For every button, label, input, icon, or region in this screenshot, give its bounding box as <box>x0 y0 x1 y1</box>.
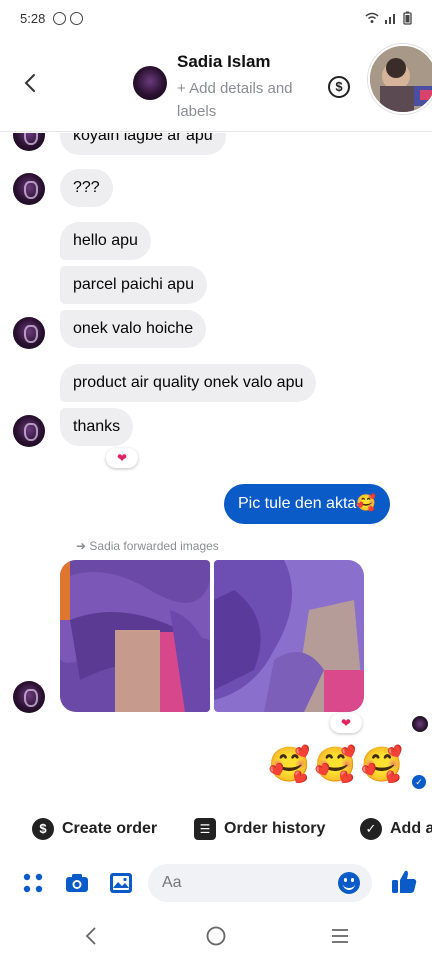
check-circle-icon: ✓ <box>360 818 382 840</box>
status-time: 5:28 <box>20 10 46 26</box>
sender-avatar <box>13 173 45 205</box>
add-label-text: Add a <box>390 820 432 837</box>
create-order-button[interactable]: $ Create order <box>32 812 157 846</box>
contact-avatar[interactable] <box>133 66 167 100</box>
thumbs-up-icon[interactable] <box>390 868 418 896</box>
outgoing-message-bubble[interactable]: Pic tule den akta🥰 <box>224 484 391 524</box>
contact-name[interactable]: Sadia Islam <box>177 52 271 72</box>
camera-icon[interactable] <box>64 870 90 896</box>
message-bubble[interactable]: hello apu <box>60 222 151 260</box>
sender-avatar <box>13 681 45 713</box>
status-app-icon <box>53 11 67 25</box>
emoji-icon[interactable] <box>338 872 360 894</box>
message-bubble[interactable]: parcel paichi apu <box>60 266 207 304</box>
add-label-button[interactable]: ✓ Add a <box>360 812 432 846</box>
status-app-icon-2 <box>70 11 84 25</box>
gallery-icon[interactable] <box>108 870 134 896</box>
forward-note-text: Sadia forwarded images <box>89 539 219 553</box>
emoji-message[interactable]: 🥰🥰🥰 <box>268 745 407 785</box>
message-bubble[interactable]: koyain lagbe ar apu <box>60 133 226 155</box>
seen-avatar <box>412 716 428 732</box>
signal-icon <box>385 14 395 24</box>
message-bubble[interactable]: ??? <box>60 169 113 207</box>
profile-photo-image <box>370 46 432 112</box>
status-right <box>365 11 412 25</box>
heart-reaction-icon[interactable]: ❤ <box>330 713 362 733</box>
message-bubble[interactable]: product air quality onek valo apu <box>60 364 317 402</box>
heart-reaction-icon[interactable]: ❤ <box>106 448 138 468</box>
conversation-header: Sadia Islam + Add details and labels $ <box>0 36 432 132</box>
delivered-check-icon: ✓ <box>412 775 426 789</box>
apps-grid-icon[interactable] <box>20 870 46 896</box>
forward-note: ➜ Sadia forwarded images <box>76 539 219 553</box>
forwarded-image-content <box>214 560 364 712</box>
dollar-circle-icon: $ <box>32 818 54 840</box>
forwarded-image-content <box>60 560 210 712</box>
sender-avatar <box>13 415 45 447</box>
forwarded-image[interactable] <box>214 560 364 712</box>
message-bubble[interactable]: onek valo hoiche <box>60 310 207 348</box>
quick-actions: $ Create order ☰ Order history ✓ Add a <box>0 806 432 852</box>
nav-back-icon[interactable] <box>80 924 104 948</box>
status-bar: 5:28 <box>0 0 432 36</box>
message-composer <box>0 856 432 910</box>
sender-avatar <box>13 317 45 349</box>
order-history-button[interactable]: ☰ Order history <box>194 812 325 846</box>
nav-home-icon[interactable] <box>204 924 228 948</box>
create-order-label: Create order <box>62 820 158 837</box>
nav-recents-icon[interactable] <box>328 924 352 948</box>
add-details-link[interactable]: + Add details and labels <box>177 77 297 123</box>
forwarded-image[interactable] <box>60 560 210 712</box>
forward-arrow-icon: ➜ <box>76 539 90 553</box>
profile-photo[interactable] <box>368 44 432 114</box>
order-history-label: Order history <box>224 820 326 837</box>
system-nav-bar <box>0 912 432 960</box>
back-arrow-icon[interactable] <box>18 70 44 96</box>
receipt-icon: ☰ <box>194 818 216 840</box>
battery-icon <box>403 11 412 25</box>
message-list[interactable]: koyain lagbe ar apu ??? hello apu parcel… <box>0 133 432 800</box>
status-icons <box>53 11 84 25</box>
wifi-icon <box>365 12 379 23</box>
dollar-icon[interactable]: $ <box>328 76 350 98</box>
sender-avatar <box>13 133 45 151</box>
message-bubble[interactable]: thanks <box>60 408 134 446</box>
